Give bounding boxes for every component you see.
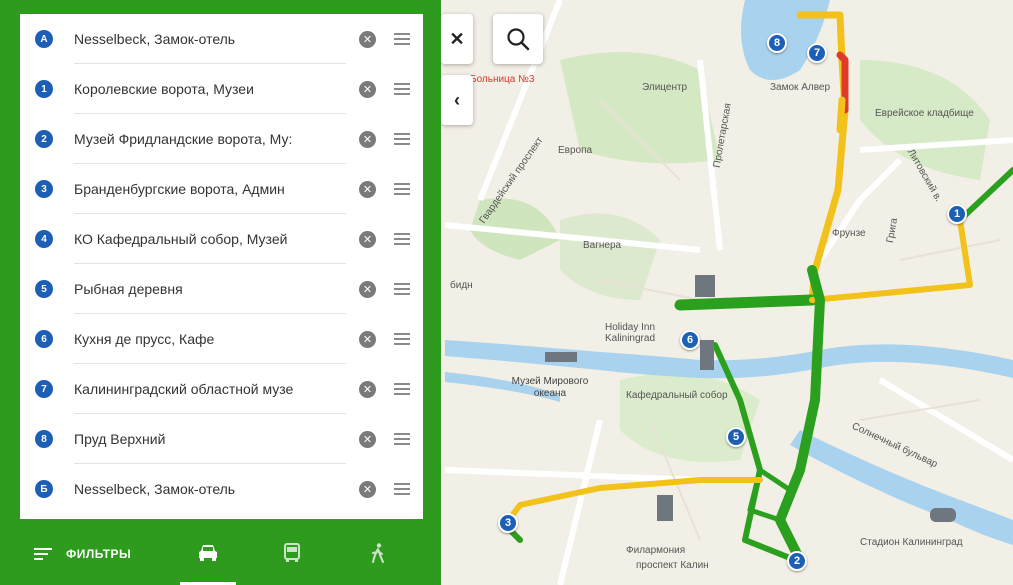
map-label-museum-ocean: Музей Мирового океана [511, 376, 589, 399]
waypoint-row[interactable]: 5 Рыбная деревня ✕ [20, 264, 423, 314]
remove-waypoint-icon[interactable]: ✕ [359, 330, 376, 348]
drag-handle-icon[interactable] [394, 283, 410, 295]
waypoint-label[interactable]: Nesselbeck, Замок-отель [74, 14, 346, 64]
remove-waypoint-icon[interactable]: ✕ [359, 30, 376, 48]
map-label-holiday-inn: Holiday Inn Kaliningrad [604, 322, 656, 344]
waypoint-row[interactable]: 3 Бранденбургские ворота, Админ ✕ [20, 164, 423, 214]
drag-handle-icon[interactable] [394, 483, 410, 495]
remove-waypoint-icon[interactable]: ✕ [359, 380, 376, 398]
filters-label: ФИЛЬТРЫ [66, 547, 132, 561]
waypoint-label[interactable]: Пруд Верхний [74, 414, 346, 464]
waypoint-label[interactable]: Рыбная деревня [74, 264, 346, 314]
waypoint-label[interactable]: Королевские ворота, Музеи [74, 64, 346, 114]
bus-icon [284, 543, 300, 562]
waypoint-row[interactable]: A Nesselbeck, Замок-отель ✕ [20, 14, 423, 64]
car-icon [199, 545, 217, 561]
mode-car-button[interactable] [180, 539, 236, 585]
map-label-cemetery: Еврейское кладбище [875, 108, 974, 119]
waypoint-badge: 4 [35, 230, 53, 248]
collapse-panel-button[interactable]: ‹ [441, 75, 473, 125]
mode-bus-button[interactable] [264, 539, 320, 585]
remove-waypoint-icon[interactable]: ✕ [359, 430, 376, 448]
map-label-prospekt: проспект Калин [636, 560, 709, 571]
drag-handle-icon[interactable] [394, 333, 410, 345]
waypoint-badge: 1 [35, 80, 53, 98]
waypoint-label[interactable]: Калининградский областной музе [74, 364, 346, 414]
drag-handle-icon[interactable] [394, 433, 410, 445]
waypoint-label[interactable]: Бранденбургские ворота, Админ [74, 164, 346, 214]
waypoint-row[interactable]: 7 Калининградский областной музе ✕ [20, 364, 423, 414]
map-label-bidy: бидн [450, 280, 473, 291]
drag-handle-icon[interactable] [394, 33, 410, 45]
remove-waypoint-icon[interactable]: ✕ [359, 280, 376, 298]
map-label-philharmonic: Филармония [626, 545, 686, 556]
waypoint-row[interactable]: 1 Королевские ворота, Музеи ✕ [20, 64, 423, 114]
waypoint-row[interactable]: Б Nesselbeck, Замок-отель ✕ [20, 464, 423, 514]
route-pin-6[interactable]: 6 [680, 330, 700, 350]
remove-waypoint-icon[interactable]: ✕ [359, 180, 376, 198]
route-pin-7[interactable]: 7 [807, 43, 827, 63]
waypoint-row[interactable]: 4 КО Кафедральный собор, Музей ✕ [20, 214, 423, 264]
map-label-evropa: Европа [558, 145, 593, 156]
waypoint-row[interactable]: 6 Кухня де прусс, Кафе ✕ [20, 314, 423, 364]
drag-handle-icon[interactable] [394, 233, 410, 245]
map-label-wagnera: Вагнера [583, 240, 622, 251]
drag-handle-icon[interactable] [394, 383, 410, 395]
route-panel: A Nesselbeck, Замок-отель ✕ 1 Королевски… [0, 0, 441, 585]
waypoint-badge: 8 [35, 430, 53, 448]
drag-handle-icon[interactable] [394, 133, 410, 145]
mode-walk-button[interactable] [350, 539, 406, 585]
remove-waypoint-icon[interactable]: ✕ [359, 130, 376, 148]
waypoint-row[interactable]: 2 Музей Фридландские ворота, Му: ✕ [20, 114, 423, 164]
route-pin-5[interactable]: 5 [726, 427, 746, 447]
map-label-cathedral: Кафедральный собор [626, 390, 728, 401]
waypoint-badge: 7 [35, 380, 53, 398]
walk-icon [372, 543, 384, 563]
waypoint-label[interactable]: Кухня де прусс, Кафе [74, 314, 346, 364]
waypoint-list: A Nesselbeck, Замок-отель ✕ 1 Королевски… [20, 14, 423, 519]
route-pin-8[interactable]: 8 [767, 33, 787, 53]
route-pin-2[interactable]: 2 [787, 551, 807, 571]
map-label-stadium: Стадион Калининград [860, 537, 963, 548]
transport-bar: ФИЛЬТРЫ [0, 525, 441, 585]
map-label-hospital: Больница №3 [470, 74, 535, 85]
waypoint-label[interactable]: Музей Фридландские ворота, Му: [74, 114, 346, 164]
filter-icon [34, 548, 52, 560]
remove-waypoint-icon[interactable]: ✕ [359, 480, 376, 498]
route-pin-1[interactable]: 1 [947, 204, 967, 224]
waypoint-label[interactable]: Nesselbeck, Замок-отель [74, 464, 346, 514]
waypoint-badge: 6 [35, 330, 53, 348]
waypoint-badge: A [35, 30, 53, 48]
filters-button[interactable]: ФИЛЬТРЫ [34, 539, 131, 569]
route-pin-3[interactable]: 3 [498, 513, 518, 533]
waypoint-badge: 3 [35, 180, 53, 198]
close-button[interactable]: ✕ [441, 14, 473, 64]
drag-handle-icon[interactable] [394, 183, 410, 195]
remove-waypoint-icon[interactable]: ✕ [359, 80, 376, 98]
search-icon [507, 28, 530, 51]
waypoint-row[interactable]: 8 Пруд Верхний ✕ [20, 414, 423, 464]
waypoint-label[interactable]: КО Кафедральный собор, Музей [74, 214, 346, 264]
waypoint-badge: 2 [35, 130, 53, 148]
remove-waypoint-icon[interactable]: ✕ [359, 230, 376, 248]
map-label-frunze: Фрунзе [832, 228, 866, 239]
waypoint-badge: Б [35, 480, 53, 498]
chevron-left-icon: ‹ [454, 89, 460, 110]
drag-handle-icon[interactable] [394, 83, 410, 95]
search-button[interactable] [493, 14, 543, 64]
close-icon: ✕ [449, 28, 465, 49]
map-label-elitsentr: Элицентр [642, 82, 688, 93]
waypoint-badge: 5 [35, 280, 53, 298]
map-label-zamok: Замок Алвер [770, 82, 831, 93]
